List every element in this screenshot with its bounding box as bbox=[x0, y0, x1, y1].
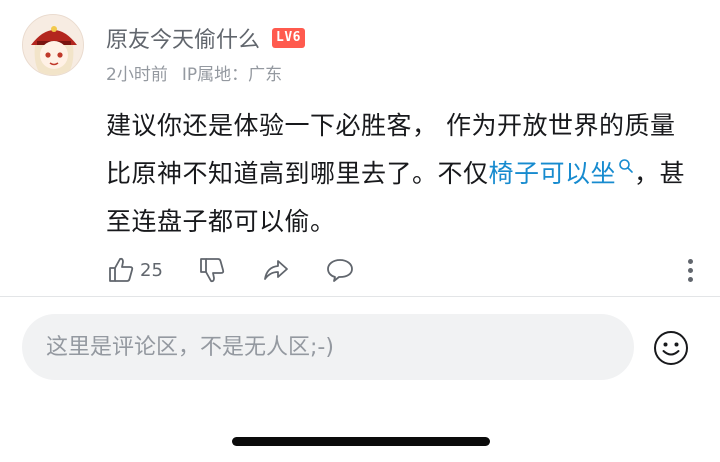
emoji-icon bbox=[654, 331, 688, 365]
like-button[interactable]: 25 bbox=[106, 255, 163, 285]
avatar-image bbox=[23, 15, 83, 75]
share-button[interactable] bbox=[261, 255, 291, 285]
share-icon bbox=[264, 260, 288, 280]
like-count: 25 bbox=[140, 259, 163, 281]
level-badge: LV6 bbox=[272, 28, 305, 48]
emoji-button[interactable] bbox=[652, 329, 690, 367]
reply-button[interactable] bbox=[325, 255, 355, 285]
divider bbox=[0, 296, 720, 297]
username[interactable]: 原友今天偷什么 bbox=[106, 22, 260, 54]
comment-time: 2小时前 bbox=[106, 65, 168, 85]
comment-item: 原友今天偷什么 LV6 2小时前 IP属地：广东 建议你还是体验一下必胜客， 作… bbox=[0, 0, 720, 296]
comment-content: 建议你还是体验一下必胜客， 作为开放世界的质量比原神不知道高到哪里去了。不仅椅子… bbox=[106, 102, 696, 246]
dislike-icon bbox=[200, 258, 225, 283]
comment-meta: 2小时前 IP属地：广东 bbox=[106, 60, 282, 85]
keyword-link-label: 椅子可以坐 bbox=[488, 159, 617, 188]
like-icon bbox=[109, 257, 134, 282]
keyword-link[interactable]: 椅子可以坐 bbox=[489, 159, 635, 188]
more-dot bbox=[687, 276, 693, 282]
reply-icon bbox=[327, 259, 353, 282]
more-dot bbox=[687, 267, 693, 273]
comment-input[interactable] bbox=[46, 334, 634, 360]
home-indicator[interactable] bbox=[232, 437, 490, 446]
comment-actions: 25 bbox=[106, 252, 700, 288]
comment-input-bar[interactable] bbox=[22, 314, 634, 380]
avatar[interactable] bbox=[22, 14, 84, 76]
dislike-button[interactable] bbox=[197, 255, 227, 285]
search-icon bbox=[619, 159, 633, 173]
more-icon[interactable] bbox=[680, 254, 700, 286]
more-dot bbox=[687, 258, 693, 264]
ip-location: IP属地：广东 bbox=[181, 65, 283, 85]
